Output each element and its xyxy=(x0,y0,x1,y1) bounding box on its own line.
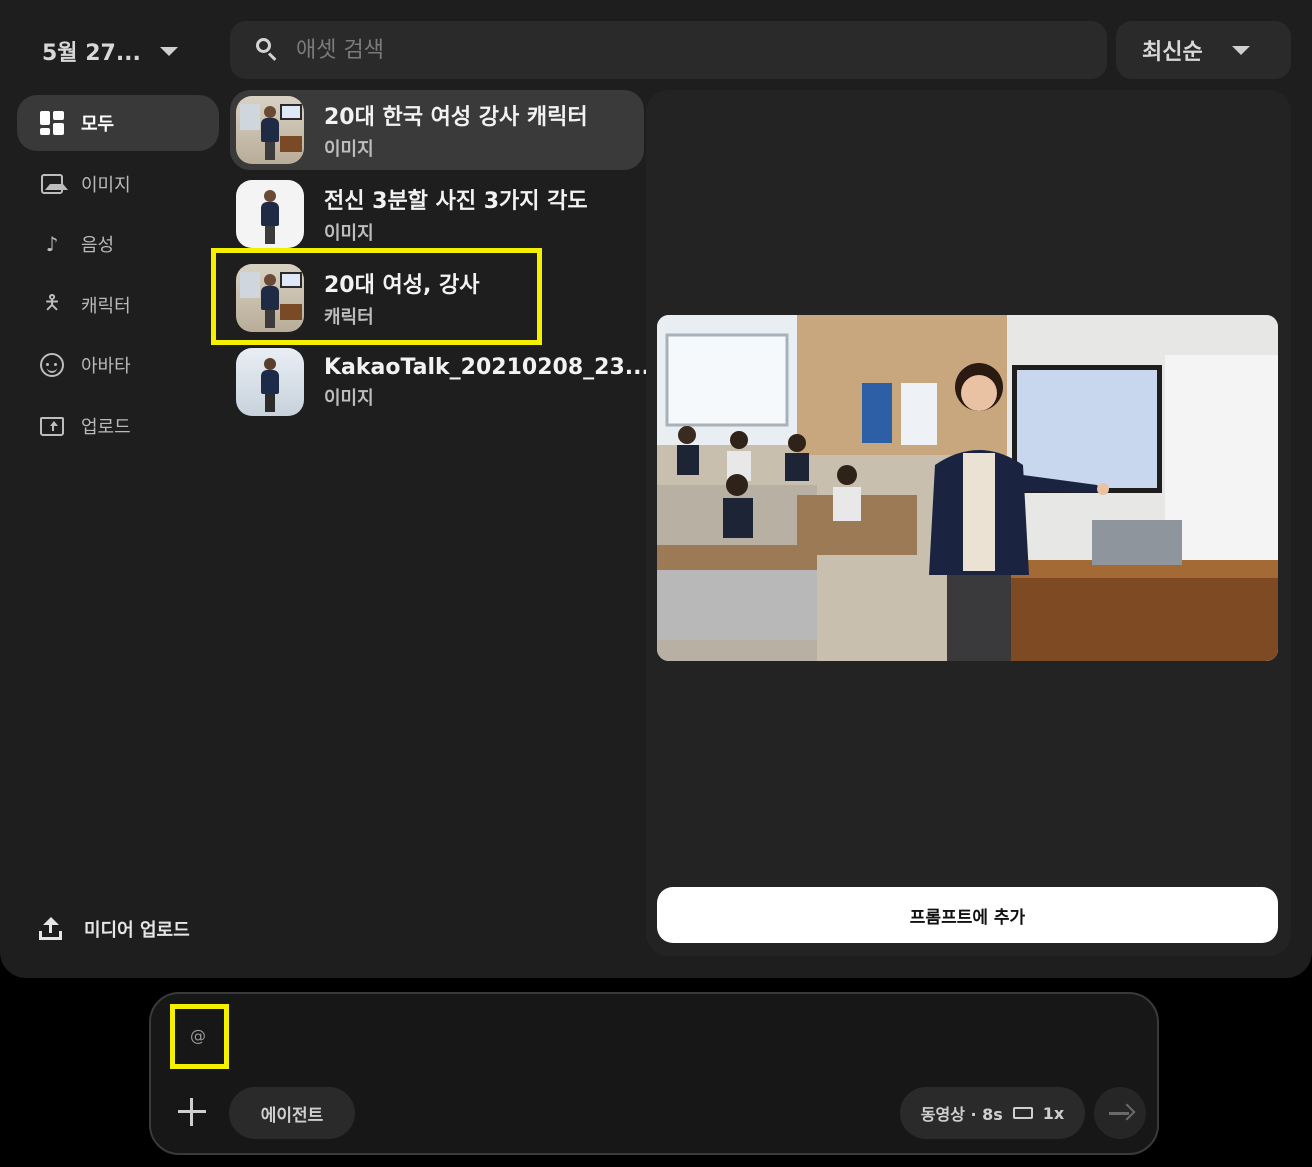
settings-label: 동영상 · 8s xyxy=(920,1105,1003,1124)
sidebar-item-label: 업로드 xyxy=(81,417,131,438)
agent-button[interactable]: 에이전트 xyxy=(229,1087,355,1139)
asset-type: 이미지 xyxy=(324,387,374,409)
face-icon xyxy=(39,352,65,378)
sidebar-item-label: 아바타 xyxy=(81,356,131,377)
highlight-box xyxy=(170,1004,229,1069)
add-to-prompt-button[interactable]: 프롬프트에 추가 xyxy=(657,887,1278,943)
asset-item[interactable]: KakaoTalk_20210208_23... 이미지 xyxy=(230,342,650,422)
add-icon[interactable] xyxy=(176,1096,208,1128)
sidebar-item-avatar[interactable]: 아바타 xyxy=(17,337,219,393)
sidebar-item-all[interactable]: 모두 xyxy=(17,95,219,151)
grid-icon xyxy=(39,110,65,136)
asset-type: 이미지 xyxy=(324,223,374,244)
asset-thumbnail xyxy=(236,96,304,164)
search-icon xyxy=(254,37,280,63)
asset-thumbnail xyxy=(236,180,304,248)
upload-icon xyxy=(38,916,64,942)
asset-title: KakaoTalk_20210208_23... xyxy=(324,354,650,380)
chevron-down-icon xyxy=(1232,46,1250,55)
send-button[interactable] xyxy=(1094,1087,1146,1139)
highlight-box xyxy=(211,248,542,345)
multiplier-label: 1x xyxy=(1042,1103,1065,1123)
media-upload-label: 미디어 업로드 xyxy=(84,920,190,941)
person-icon: 🯅 xyxy=(43,290,61,314)
generation-settings-button[interactable]: 동영상 · 8s 1x xyxy=(900,1087,1085,1139)
classroom-illustration xyxy=(657,315,1278,661)
media-upload-button[interactable]: 미디어 업로드 xyxy=(38,906,190,952)
sidebar-item-label: 음성 xyxy=(81,235,115,256)
sidebar-item-character[interactable]: 🯅 캐릭터 xyxy=(17,277,219,333)
asset-title: 20대 한국 여성 강사 캐릭터 xyxy=(324,105,588,130)
sidebar-item-label: 이미지 xyxy=(81,175,131,196)
chevron-down-icon xyxy=(160,47,178,56)
asset-search-bar[interactable] xyxy=(230,21,1107,79)
asset-title: 전신 3분할 사진 3가지 각도 xyxy=(324,189,588,214)
sort-label: 최신순 xyxy=(1142,40,1203,65)
asset-search-input[interactable] xyxy=(296,37,1056,63)
asset-item[interactable]: 20대 한국 여성 강사 캐릭터 이미지 xyxy=(230,90,644,170)
date-filter-dropdown[interactable]: 5월 27... xyxy=(22,22,212,80)
sidebar-item-voice[interactable]: ♪ 음성 xyxy=(17,216,219,272)
asset-type: 이미지 xyxy=(324,139,374,160)
asset-item[interactable]: 전신 3분할 사진 3가지 각도 이미지 xyxy=(230,174,644,254)
date-filter-label: 5월 27... xyxy=(42,41,141,66)
voice-icon: ♪ xyxy=(45,232,59,256)
upload-folder-icon xyxy=(39,413,65,439)
image-icon xyxy=(39,171,68,197)
sidebar-item-label: 모두 xyxy=(81,114,115,135)
sort-dropdown[interactable]: 최신순 xyxy=(1116,21,1291,79)
sidebar-item-upload[interactable]: 업로드 xyxy=(17,398,219,454)
agent-label: 에이전트 xyxy=(260,1105,324,1126)
sidebar-item-image[interactable]: 이미지 xyxy=(17,156,219,212)
sidebar-item-label: 캐릭터 xyxy=(81,296,131,317)
aspect-ratio-icon xyxy=(1012,1107,1033,1119)
asset-thumbnail xyxy=(236,348,304,416)
preview-image xyxy=(657,315,1278,661)
